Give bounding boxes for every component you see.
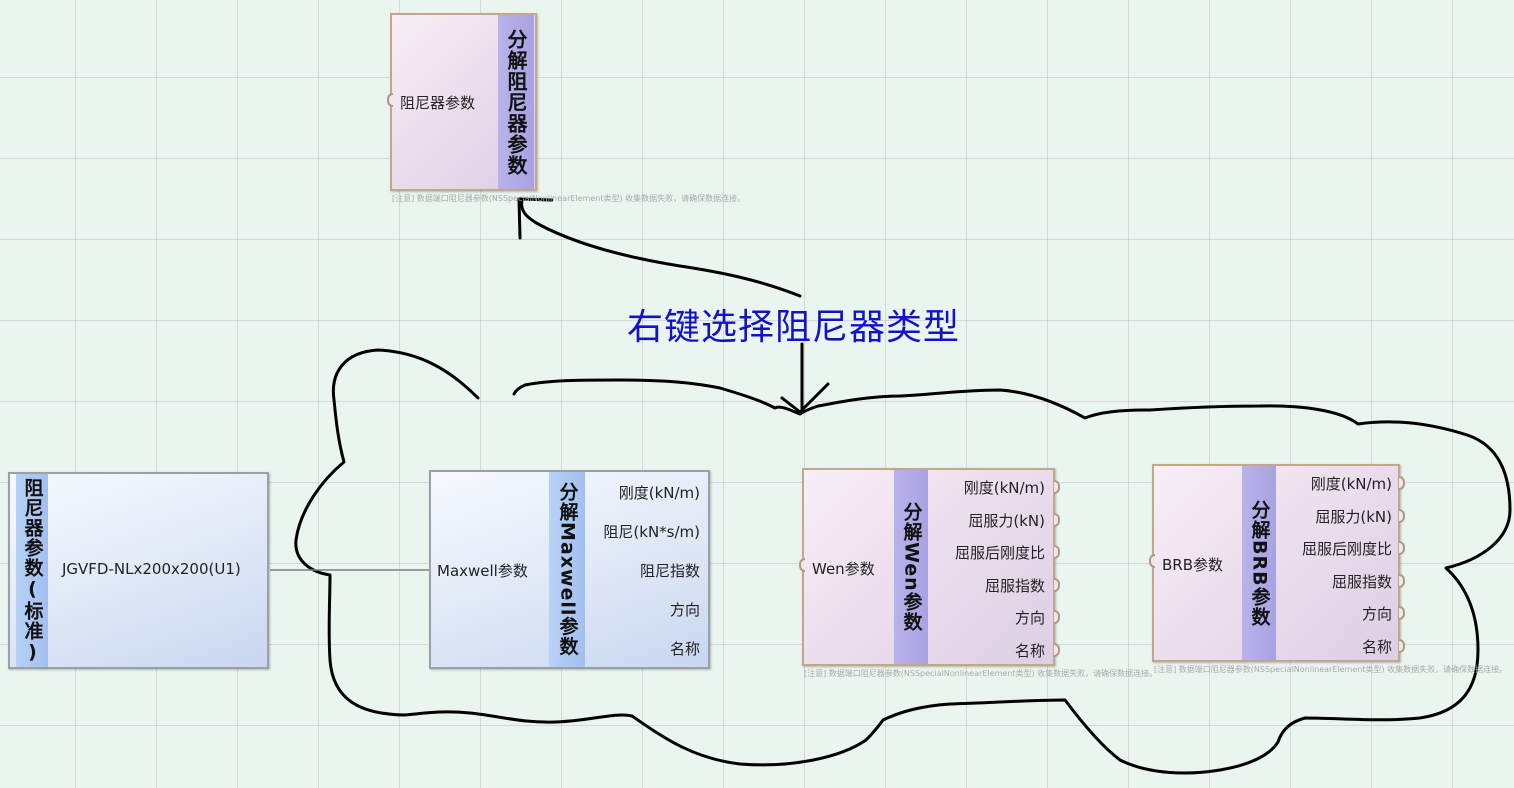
brb-port-direction[interactable]: 方向 bbox=[1362, 603, 1392, 624]
source-title: 阻尼器参数(标准) bbox=[21, 477, 44, 664]
decompose-maxwell-node[interactable]: Maxwell参数 分解Maxwell参数 刚度(kN/m) 阻尼(kN*s/m… bbox=[429, 470, 710, 669]
wen-port-direction[interactable]: 方向 bbox=[1015, 607, 1045, 628]
wen-port-post-yield-ratio[interactable]: 屈服后刚度比 bbox=[955, 542, 1045, 563]
wen-node-warning: [注意] 数据端口阻尼器参数(NSSpecialNonlinearElement… bbox=[804, 669, 1158, 678]
brb-port-name[interactable]: 名称 bbox=[1362, 636, 1392, 657]
maxwell-port-direction[interactable]: 方向 bbox=[670, 599, 700, 620]
brb-title-strip: 分解BRB参数 bbox=[1242, 466, 1276, 660]
brb-title: 分解BRB参数 bbox=[1248, 499, 1271, 627]
maxwell-port-stiffness[interactable]: 刚度(kN/m) bbox=[619, 482, 700, 503]
input-port-label: 阻尼器参数 bbox=[400, 94, 476, 112]
wen-input-connector[interactable] bbox=[799, 558, 805, 572]
brb-port-yield-exponent[interactable]: 屈服指数 bbox=[1332, 571, 1392, 592]
brb-input-label: BRB参数 bbox=[1162, 556, 1224, 574]
decompose-damper-node[interactable]: 阻尼器参数 分解阻尼器参数 bbox=[387, 13, 537, 191]
node-title-strip: 分解阻尼器参数 bbox=[498, 15, 534, 189]
maxwell-input-label: Maxwell参数 bbox=[437, 562, 528, 580]
wen-title: 分解Wen参数 bbox=[900, 502, 923, 632]
decompose-brb-node[interactable]: BRB参数 分解BRB参数 刚度(kN/m) 屈服力(kN) 屈服后刚度比 屈服… bbox=[1149, 464, 1405, 662]
input-port-connector[interactable] bbox=[387, 93, 393, 107]
arrow-to-top-node bbox=[520, 198, 802, 298]
brb-input-connector[interactable] bbox=[1149, 554, 1155, 568]
source-title-strip: 阻尼器参数(标准) bbox=[16, 474, 48, 667]
brb-port-post-yield-ratio[interactable]: 屈服后刚度比 bbox=[1302, 538, 1392, 559]
node-title: 分解阻尼器参数 bbox=[504, 28, 528, 176]
wen-input-label: Wen参数 bbox=[812, 560, 875, 578]
decompose-wen-node[interactable]: Wen参数 分解Wen参数 刚度(kN/m) 屈服力(kN) 屈服后刚度比 屈服… bbox=[799, 468, 1060, 666]
brb-port-yield-force[interactable]: 屈服力(kN) bbox=[1315, 506, 1392, 527]
maxwell-port-damping[interactable]: 阻尼(kN*s/m) bbox=[603, 521, 700, 542]
hint-text: 右键选择阻尼器类型 bbox=[627, 307, 961, 348]
source-value: JGVFD-NLx200x200(U1) bbox=[62, 560, 241, 578]
maxwell-title: 分解Maxwell参数 bbox=[556, 482, 579, 657]
maxwell-port-name[interactable]: 名称 bbox=[670, 638, 700, 659]
arrow-head-top bbox=[517, 197, 554, 240]
wen-port-yield-exponent[interactable]: 屈服指数 bbox=[985, 575, 1045, 596]
top-node-warning: [注意] 数据端口阻尼器参数(NSSpecialNonlinearElement… bbox=[392, 194, 746, 203]
wen-title-strip: 分解Wen参数 bbox=[894, 470, 928, 664]
arrow-head-down bbox=[780, 382, 830, 414]
brb-port-stiffness[interactable]: 刚度(kN/m) bbox=[1311, 473, 1392, 494]
wen-port-stiffness[interactable]: 刚度(kN/m) bbox=[964, 477, 1045, 498]
damper-source-node[interactable]: 阻尼器参数(标准) JGVFD-NLx200x200(U1) bbox=[8, 472, 269, 669]
wen-port-yield-force[interactable]: 屈服力(kN) bbox=[968, 510, 1045, 531]
maxwell-title-strip: 分解Maxwell参数 bbox=[549, 472, 585, 667]
brb-node-warning: [注意] 数据端口阻尼器参数(NSSpecialNonlinearElement… bbox=[1154, 665, 1508, 674]
wen-port-name[interactable]: 名称 bbox=[1015, 640, 1045, 661]
maxwell-port-exponent[interactable]: 阻尼指数 bbox=[640, 560, 700, 581]
